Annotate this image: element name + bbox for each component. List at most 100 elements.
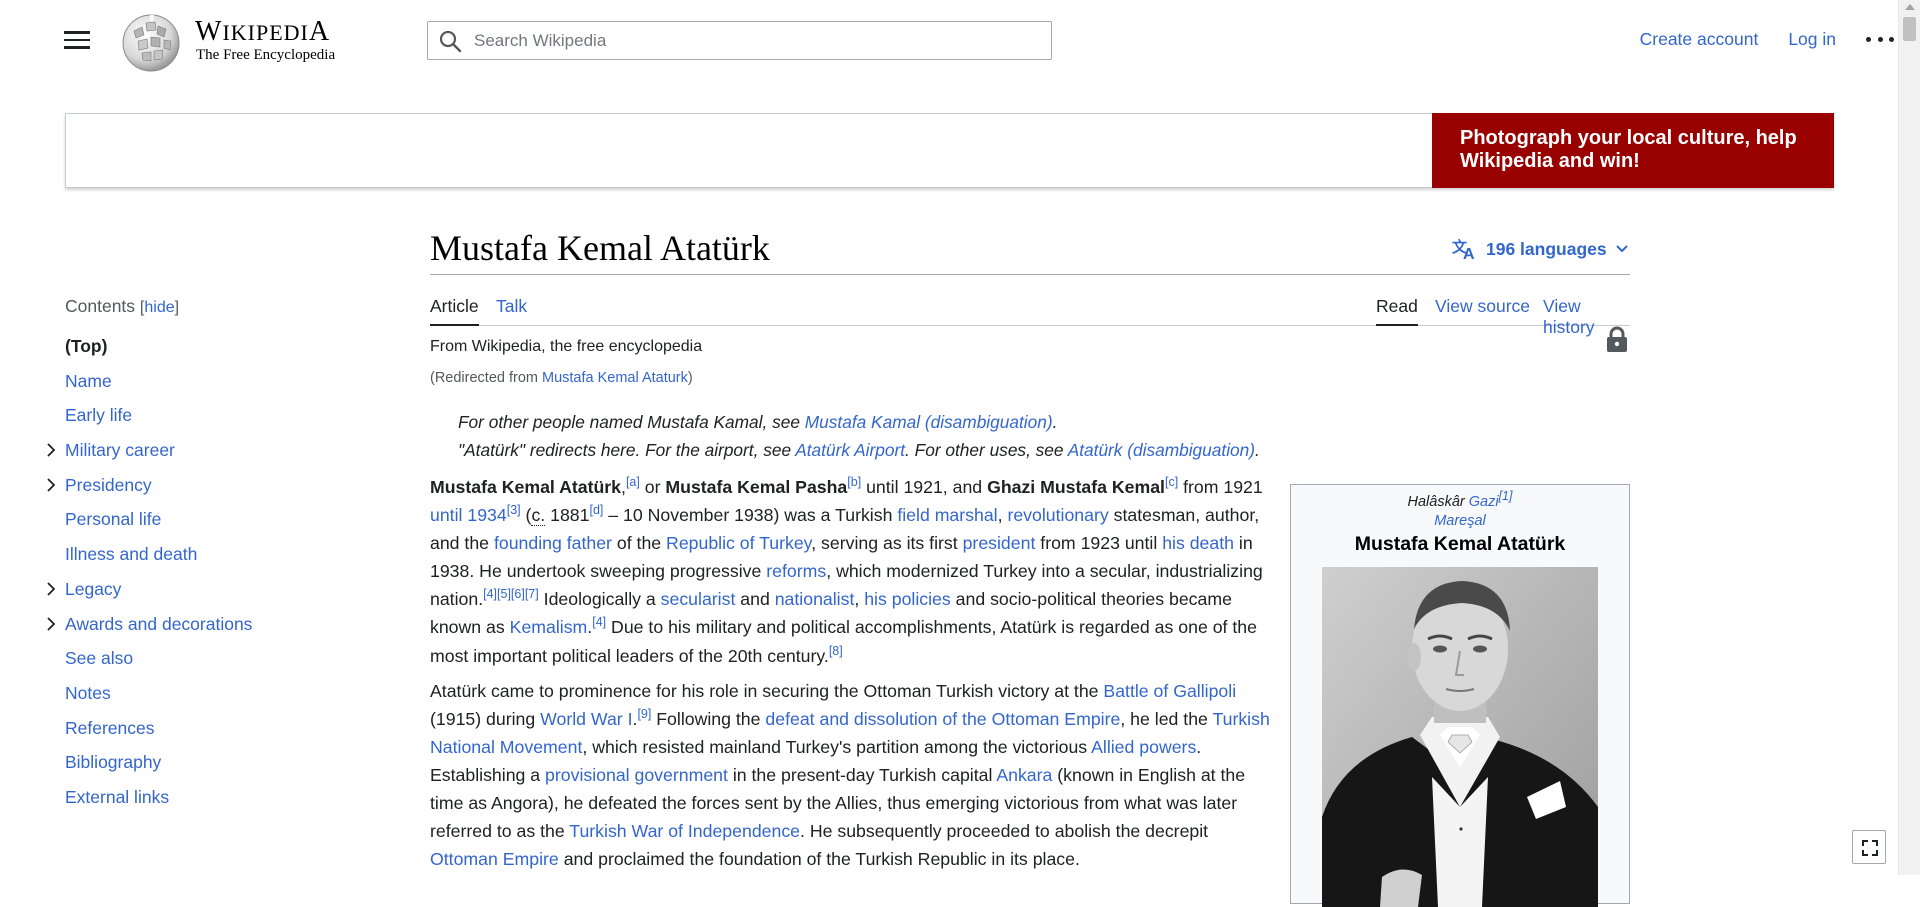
table-of-contents: Contents [hide] (Top) Name Early life Milit… bbox=[47, 296, 365, 820]
toc-item-label[interactable]: See also bbox=[65, 648, 133, 668]
chevron-right-icon[interactable] bbox=[44, 616, 58, 631]
lock-icon[interactable] bbox=[1606, 326, 1628, 353]
toc-item-label[interactable]: Early life bbox=[65, 405, 132, 425]
tab-talk[interactable]: Talk bbox=[496, 296, 527, 317]
toc-item[interactable]: References bbox=[65, 716, 365, 751]
reference-link[interactable]: [4] bbox=[483, 587, 497, 601]
toc-item[interactable]: Bibliography bbox=[65, 750, 365, 785]
toc-item-label[interactable]: Bibliography bbox=[65, 752, 161, 772]
reference-link[interactable]: [9] bbox=[637, 707, 651, 721]
expand-content-button[interactable] bbox=[1852, 830, 1886, 864]
toc-item[interactable]: Legacy bbox=[47, 577, 365, 612]
log-in-link[interactable]: Log in bbox=[1788, 29, 1836, 50]
toc-item[interactable]: (Top) bbox=[65, 334, 365, 369]
toc-item[interactable]: Early life bbox=[65, 403, 365, 438]
article-link[interactable]: Kemalism bbox=[510, 617, 588, 637]
reference-link[interactable]: [8] bbox=[829, 644, 843, 658]
language-selector-button[interactable]: 文 A 196 languages bbox=[1452, 238, 1629, 260]
body-text-run: in the present-day Turkish capital bbox=[727, 764, 997, 785]
article-link[interactable]: secularist bbox=[661, 589, 736, 609]
wikipedia-logo[interactable]: WIKIPEDIA The Free Encyclopedia bbox=[118, 12, 354, 72]
toc-item[interactable]: Personal life bbox=[65, 507, 365, 542]
toc-item-label[interactable]: Military career bbox=[65, 440, 175, 460]
article-link[interactable]: revolutionary bbox=[1007, 505, 1108, 525]
toc-item-label[interactable]: Illness and death bbox=[65, 544, 197, 564]
dot bbox=[1866, 36, 1871, 42]
article-link[interactable]: nationalist bbox=[775, 589, 855, 609]
article-link[interactable]: Turkish War of Independence bbox=[569, 821, 800, 841]
redirect-source-link[interactable]: Mustafa Kemal Ataturk bbox=[542, 370, 688, 386]
create-account-link[interactable]: Create account bbox=[1640, 29, 1759, 50]
tab-read[interactable]: Read bbox=[1376, 296, 1418, 326]
reference-link[interactable]: [4] bbox=[592, 616, 606, 630]
reference-link[interactable]: [6] bbox=[511, 587, 525, 601]
infobox-marshal-link[interactable]: Mareşal bbox=[1434, 513, 1486, 529]
chevron-right-icon[interactable] bbox=[44, 443, 58, 457]
reference-link[interactable]: [a] bbox=[626, 475, 640, 489]
toc-item-label[interactable]: Name bbox=[65, 371, 112, 391]
toc-item[interactable]: Notes bbox=[65, 681, 365, 716]
article-link[interactable]: until 1934 bbox=[430, 505, 507, 525]
toc-item[interactable]: Presidency bbox=[47, 473, 365, 508]
reference-link[interactable]: [3] bbox=[507, 503, 521, 517]
toc-item[interactable]: Name bbox=[65, 369, 365, 404]
article-link[interactable]: defeat and dissolution of the Ottoman Em… bbox=[765, 709, 1120, 729]
toc-item-label[interactable]: External links bbox=[65, 787, 169, 807]
hamburger-icon-bar bbox=[64, 31, 90, 34]
toc-item-label[interactable]: Personal life bbox=[65, 509, 161, 529]
page-scrollbar[interactable] bbox=[1898, 0, 1920, 875]
toc-item-label[interactable]: Presidency bbox=[65, 475, 152, 495]
toc-item-label[interactable]: Awards and decorations bbox=[65, 614, 252, 634]
toc-hide-link[interactable]: hide bbox=[144, 299, 174, 316]
reference-link[interactable]: [b] bbox=[847, 475, 861, 489]
article-link[interactable]: Battle of Gallipoli bbox=[1103, 681, 1236, 701]
page-tabs: Article Talk Read View source View histo… bbox=[430, 288, 1630, 337]
reference-sup: [4] bbox=[592, 616, 606, 630]
toc-item[interactable]: Awards and decorations bbox=[47, 612, 365, 647]
toc-item[interactable]: External links bbox=[65, 785, 365, 820]
infobox-gazi-link[interactable]: Gazi bbox=[1469, 494, 1499, 510]
page-title: Mustafa Kemal Atatürk bbox=[430, 228, 770, 268]
site-sub: From Wikipedia, the free encyclopedia bbox=[430, 338, 703, 355]
hatnote-link[interactable]: Atatürk (disambiguation) bbox=[1068, 440, 1255, 460]
toc-item[interactable]: Military career bbox=[47, 438, 365, 473]
toc-item-label[interactable]: Legacy bbox=[65, 579, 121, 599]
hatnote-link[interactable]: Atatürk Airport bbox=[795, 440, 905, 460]
article-link[interactable]: provisional government bbox=[545, 765, 728, 785]
article-link[interactable]: Ankara bbox=[996, 765, 1052, 785]
banner-cta-button[interactable]: Photograph your local culture, help Wiki… bbox=[1432, 113, 1834, 188]
reference-link[interactable]: [5] bbox=[497, 587, 511, 601]
article-link[interactable]: Republic of Turkey bbox=[666, 533, 811, 553]
portrait-photo[interactable] bbox=[1322, 567, 1598, 907]
article-link[interactable]: reforms bbox=[766, 561, 826, 581]
reference-link[interactable]: [c] bbox=[1165, 475, 1178, 489]
article-link[interactable]: field marshal bbox=[897, 505, 997, 525]
reference-sup: [5] bbox=[497, 587, 511, 601]
toc-item-label[interactable]: Notes bbox=[65, 683, 111, 703]
chevron-right-icon[interactable] bbox=[44, 582, 58, 596]
hatnote-link[interactable]: Mustafa Kamal (disambiguation) bbox=[805, 412, 1053, 432]
reference-link[interactable]: [d] bbox=[589, 503, 603, 517]
reference-sup: [3] bbox=[507, 503, 521, 517]
scroll-up-arrow-icon[interactable] bbox=[1905, 4, 1915, 10]
search-box[interactable] bbox=[427, 21, 1052, 60]
tab-article[interactable]: Article bbox=[430, 296, 479, 326]
scrollbar-thumb[interactable] bbox=[1903, 17, 1916, 41]
article-link[interactable]: his policies bbox=[864, 589, 951, 609]
reference-link[interactable]: [1] bbox=[1499, 489, 1513, 503]
chevron-right-icon[interactable] bbox=[44, 478, 58, 492]
toc-item[interactable]: See also bbox=[65, 646, 365, 681]
article-link[interactable]: Allied powers bbox=[1091, 737, 1196, 757]
more-options-icon[interactable] bbox=[1866, 28, 1894, 50]
search-input[interactable] bbox=[472, 23, 1042, 58]
article-link[interactable]: his death bbox=[1162, 533, 1234, 553]
article-link[interactable]: Ottoman Empire bbox=[430, 849, 559, 869]
reference-link[interactable]: [7] bbox=[525, 587, 539, 601]
toc-item[interactable]: Illness and death bbox=[65, 542, 365, 577]
toc-item-label[interactable]: References bbox=[65, 718, 155, 738]
article-link[interactable]: president bbox=[963, 533, 1036, 553]
article-link[interactable]: founding father bbox=[494, 533, 612, 553]
tab-view-source[interactable]: View source bbox=[1435, 296, 1530, 317]
main-menu-button[interactable] bbox=[60, 26, 94, 56]
article-link[interactable]: World War I bbox=[540, 709, 632, 729]
